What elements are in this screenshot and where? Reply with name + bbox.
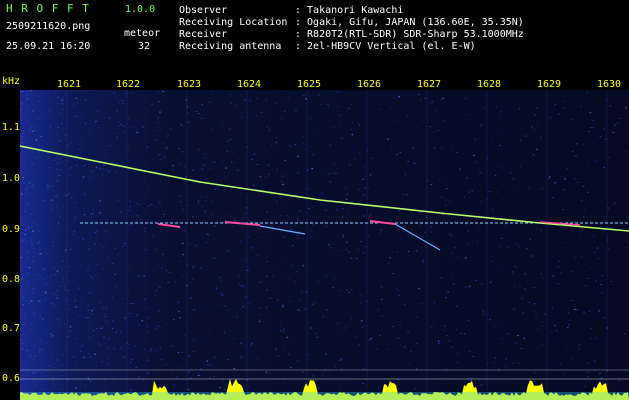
y-tick: 0.9 xyxy=(2,224,21,235)
x-tick: 1626 xyxy=(356,79,382,90)
info-key-receiver: Receiver xyxy=(179,29,228,40)
version-label: 1.0.0 xyxy=(125,4,156,15)
x-tick: 1625 xyxy=(296,79,322,90)
meteor-label: meteor xyxy=(124,28,161,39)
info-key-location: Receiving Location xyxy=(179,17,288,28)
x-tick: 1628 xyxy=(476,79,502,90)
x-tick: 1627 xyxy=(416,79,442,90)
y-tick: 1.1 xyxy=(2,122,21,133)
filename-label: 2509211620.png xyxy=(6,21,91,32)
x-tick: 1622 xyxy=(115,79,141,90)
x-tick: 1621 xyxy=(56,79,82,90)
datetime-label: 25.09.21 16:20 xyxy=(6,41,91,52)
info-key-observer: Observer xyxy=(179,5,228,16)
brand-title: H R O F F T xyxy=(6,2,90,15)
x-tick: 1623 xyxy=(176,79,202,90)
x-tick: 1624 xyxy=(236,79,262,90)
noise-background xyxy=(20,90,629,400)
y-unit-label: kHz xyxy=(2,76,21,87)
x-tick: 1630 xyxy=(596,79,622,90)
y-tick: 0.8 xyxy=(2,274,21,285)
y-tick: 0.6 xyxy=(2,373,21,384)
y-tick: 0.7 xyxy=(2,323,21,334)
bottom-bar-cyan-edge xyxy=(20,392,629,400)
info-value-receiver: : R820T2(RTL-SDR) SDR-Sharp 53.1000MHz xyxy=(295,29,524,40)
info-value-location: : Ogaki, Gifu, JAPAN (136.60E, 35.35N) xyxy=(295,17,524,28)
info-value-antenna: : 2el-HB9CV Vertical (el. E-W) xyxy=(295,41,476,52)
y-tick: 1.0 xyxy=(2,173,21,184)
x-tick: 1629 xyxy=(536,79,562,90)
info-key-antenna: Receiving antenna xyxy=(179,41,282,52)
info-value-observer: : Takanori Kawachi xyxy=(295,5,404,16)
spectrogram xyxy=(20,90,629,400)
meteor-count: 32 xyxy=(138,41,151,52)
